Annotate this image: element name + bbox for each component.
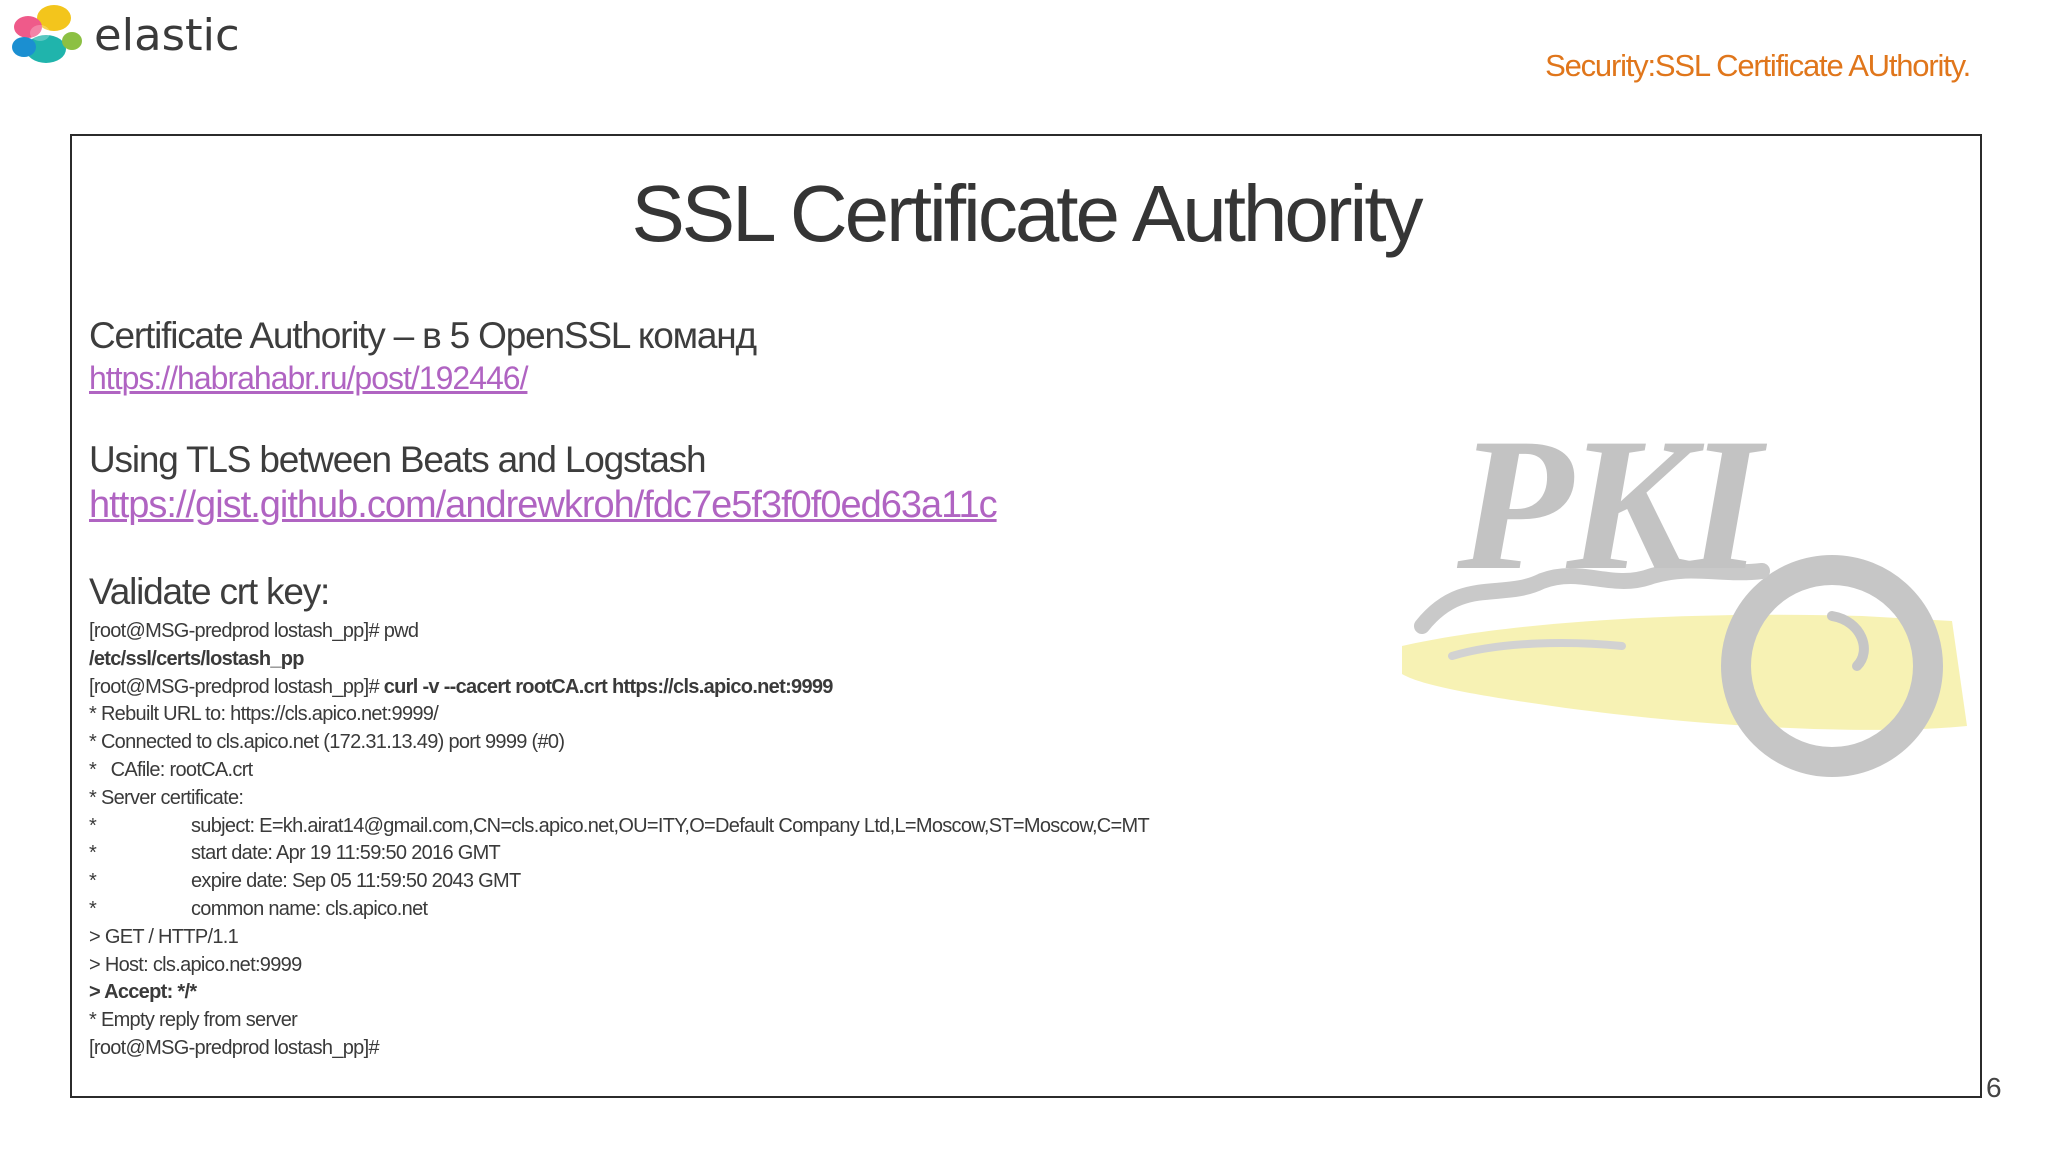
terminal-line: * Empty reply from server [89,1009,298,1032]
terminal-prompt: [root@MSG-predprod lostash_pp]# [89,675,384,698]
logo-wordmark: elastic [94,9,240,61]
terminal-line: * Server certificate: [89,786,244,809]
validate-title: Validate crt key: [89,571,330,612]
terminal-line: * start date: Apr 19 11:59:50 2016 GMT [89,840,1289,868]
slide-content: Certificate Authority – в 5 OpenSSL кома… [89,314,1289,1063]
terminal-line: [root@MSG-predprod lostash_pp]# [89,1036,380,1059]
terminal-bullet: * [89,842,97,865]
cert-expire-date: expire date: Sep 05 11:59:50 2043 GMT [191,870,521,893]
item-title-ca: Certificate Authority – в 5 OpenSSL кома… [89,315,757,356]
terminal-bullet: * [89,814,97,837]
gist-link[interactable]: https://gist.github.com/andrewkroh/fdc7e… [89,482,998,528]
terminal-line: * common name: cls.apico.net [89,896,1289,924]
terminal-line: * Rebuilt URL to: https://cls.apico.net:… [89,703,439,726]
cert-common-name: common name: cls.apico.net [191,897,428,920]
pki-key-illustration: PKI [1402,406,1967,777]
page-number: 6 [1986,1072,2002,1103]
section-title: Security:SSL Certificate AUthority. [1545,48,1971,83]
terminal-line: [root@MSG-predprod lostash_pp]# curl -v … [89,674,1289,702]
cert-start-date: start date: Apr 19 11:59:50 2016 GMT [191,842,501,865]
pki-text: PKI [1456,406,1768,610]
habrahabr-link[interactable]: https://habrahabr.ru/post/192446/ [89,358,528,398]
terminal-line: [root@MSG-predprod lostash_pp]# pwd [89,620,419,642]
terminal-line: * Connected to cls.apico.net (172.31.13.… [89,731,565,754]
terminal-line: > Host: cls.apico.net:9999 [89,953,302,976]
elastic-logo-icon [12,5,82,63]
terminal-line: > GET / HTTP/1.1 [89,925,239,948]
slide-frame: SSL Certificate Authority PKI Certificat… [70,134,1982,1098]
elastic-logo: elastic [10,2,240,68]
terminal-line: * subject: E=kh.airat14@gmail.com,CN=cls.… [89,813,1289,841]
cert-subject: subject: E=kh.airat14@gmail.com,CN=cls.a… [191,814,1150,837]
terminal-line: /etc/ssl/certs/lostash_pp [89,647,305,670]
terminal-output: [root@MSG-predprod lostash_pp]# pwd /etc… [89,618,1289,1063]
terminal-command: curl -v --cacert rootCA.crt https://cls.… [383,675,834,698]
terminal-line: > Accept: */* [89,981,197,1004]
terminal-line: * expire date: Sep 05 11:59:50 2043 GMT [89,868,1289,896]
terminal-line: * CAfile: rootCA.crt [89,758,253,781]
terminal-bullet: * [89,897,97,920]
terminal-bullet: * [89,870,97,893]
item-title-tls: Using TLS between Beats and Logstash [89,439,707,480]
slide-heading: SSL Certificate Authority [631,169,1423,258]
